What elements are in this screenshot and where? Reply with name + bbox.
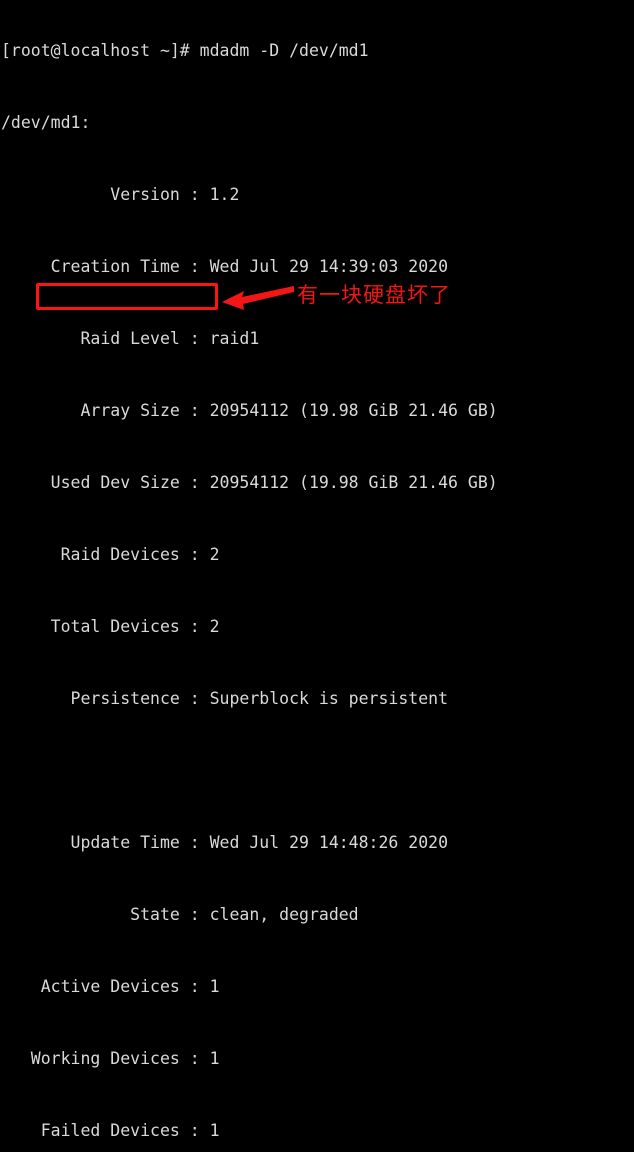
terminal-line-state: State : clean, degraded bbox=[1, 905, 359, 924]
terminal-window[interactable]: [root@localhost ~]# mdadm -D /dev/md1 /d… bbox=[0, 0, 634, 1140]
terminal-line-blank-1 bbox=[0, 759, 634, 783]
terminal-line-array-size: Array Size : 20954112 (19.98 GiB 21.46 G… bbox=[1, 401, 498, 420]
terminal-line-raid-level: Raid Level : raid1 bbox=[1, 329, 260, 348]
terminal-line-used-dev-size: Used Dev Size : 20954112 (19.98 GiB 21.4… bbox=[1, 473, 498, 492]
terminal-line-working-devices: Working Devices : 1 bbox=[1, 1049, 220, 1068]
terminal-line-failed-devices: Failed Devices : 1 bbox=[1, 1121, 220, 1140]
terminal-output: [root@localhost ~]# mdadm -D /dev/md1 /d… bbox=[0, 0, 634, 1152]
terminal-line-command: [root@localhost ~]# mdadm -D /dev/md1 bbox=[1, 41, 369, 60]
terminal-line-creation-time: Creation Time : Wed Jul 29 14:39:03 2020 bbox=[1, 257, 449, 276]
terminal-line-update-time: Update Time : Wed Jul 29 14:48:26 2020 bbox=[1, 833, 449, 852]
terminal-line-version: Version : 1.2 bbox=[1, 185, 240, 204]
terminal-line-active-devices: Active Devices : 1 bbox=[1, 977, 220, 996]
annotation-note-text: 有一块硬盘坏了 bbox=[297, 283, 451, 307]
terminal-line-persistence: Persistence : Superblock is persistent bbox=[1, 689, 449, 708]
terminal-line-device: /dev/md1: bbox=[1, 113, 91, 132]
terminal-line-total-devices: Total Devices : 2 bbox=[1, 617, 220, 636]
terminal-line-raid-devices: Raid Devices : 2 bbox=[1, 545, 220, 564]
